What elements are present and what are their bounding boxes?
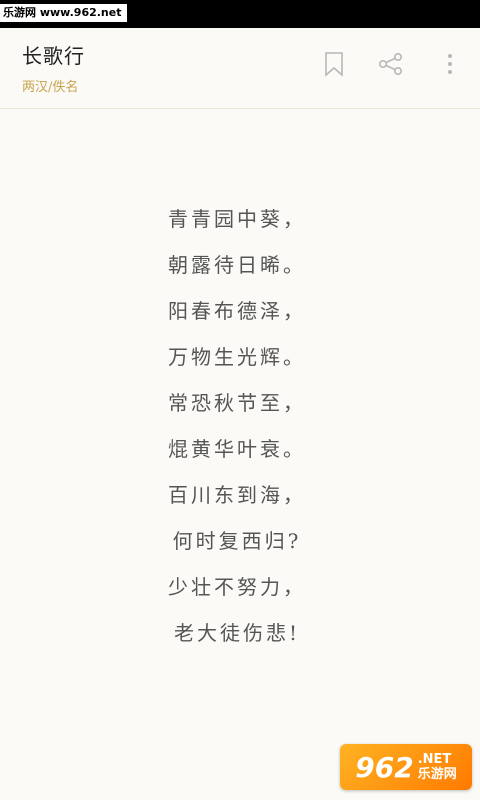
poem-header: 长歌行 两汉/佚名 (0, 28, 480, 109)
bookmark-button[interactable] (318, 48, 350, 80)
watermark-text-group: .NET 乐游网 (417, 751, 457, 782)
poem-title: 长歌行 (22, 44, 85, 68)
share-icon (378, 52, 402, 75)
poem-line: 焜黄华叶衰。 (168, 437, 306, 461)
poem-body: 青青园中葵， 朝露待日晞。 阳春布德泽， 万物生光辉。 常恐秋节至， 焜黄华叶衰… (0, 196, 480, 656)
poem-line: 常恐秋节至， (168, 391, 306, 415)
poem-line: 朝露待日晞。 (168, 253, 306, 277)
share-button[interactable] (375, 48, 407, 80)
site-watermark-text: 乐游网 www.962.net (0, 4, 128, 22)
more-options-button[interactable] (434, 48, 466, 80)
poem-author[interactable]: 两汉/佚名 (22, 76, 78, 95)
poem-line: 百川东到海， (168, 483, 306, 507)
poem-line: 少壮不努力， (168, 575, 306, 599)
poem-line: 青青园中葵， (168, 207, 306, 231)
status-bar: 乐游网 www.962.net (0, 0, 480, 28)
watermark-number: 962 (355, 750, 414, 784)
site-logo-watermark: 962 .NET 乐游网 (340, 744, 472, 790)
poem-line: 阳春布德泽， (168, 299, 306, 323)
watermark-net: .NET (417, 751, 452, 767)
more-vertical-icon (448, 54, 452, 74)
poem-line: 何时复西归? (172, 529, 302, 553)
watermark-site: 乐游网 (417, 766, 457, 782)
bookmark-icon (325, 52, 343, 77)
poem-line: 万物生光辉。 (168, 345, 306, 369)
poem-line: 老大徒伤悲! (173, 621, 301, 645)
